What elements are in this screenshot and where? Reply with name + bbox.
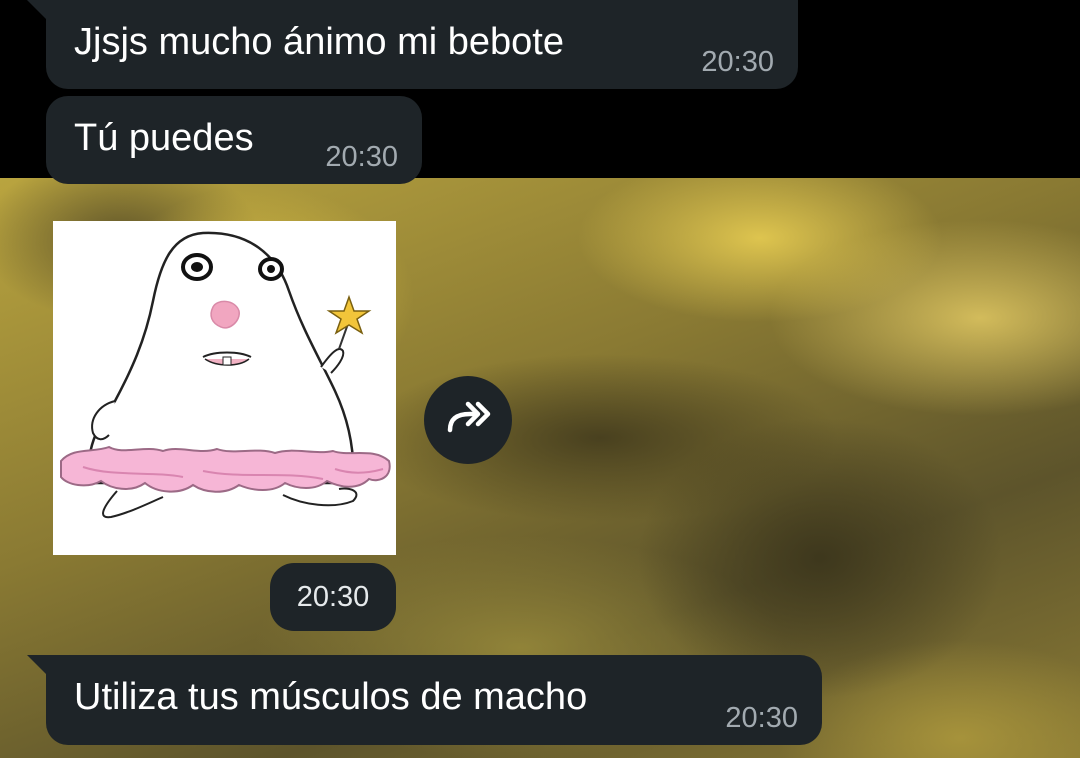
sticker-image[interactable] [53,221,396,555]
message-bubble-1[interactable]: Jjsjs mucho ánimo mi bebote 20:30 [46,0,798,89]
message-bubble-4[interactable]: Utiliza tus músculos de macho 20:30 [46,655,822,745]
message-text: Utiliza tus músculos de macho [74,676,588,718]
message-time: 20:30 [325,141,398,173]
message-bubble-2[interactable]: Tú puedes 20:30 [46,96,422,184]
message-time: 20:30 [701,46,774,78]
message-time: 20:30 [725,702,798,734]
sticker-time: 20:30 [270,563,396,631]
message-time: 20:30 [296,580,370,613]
forward-icon [444,400,492,441]
message-text: Tú puedes [74,117,254,159]
forward-button[interactable] [424,376,512,464]
message-text: Jjsjs mucho ánimo mi bebote [74,21,564,63]
